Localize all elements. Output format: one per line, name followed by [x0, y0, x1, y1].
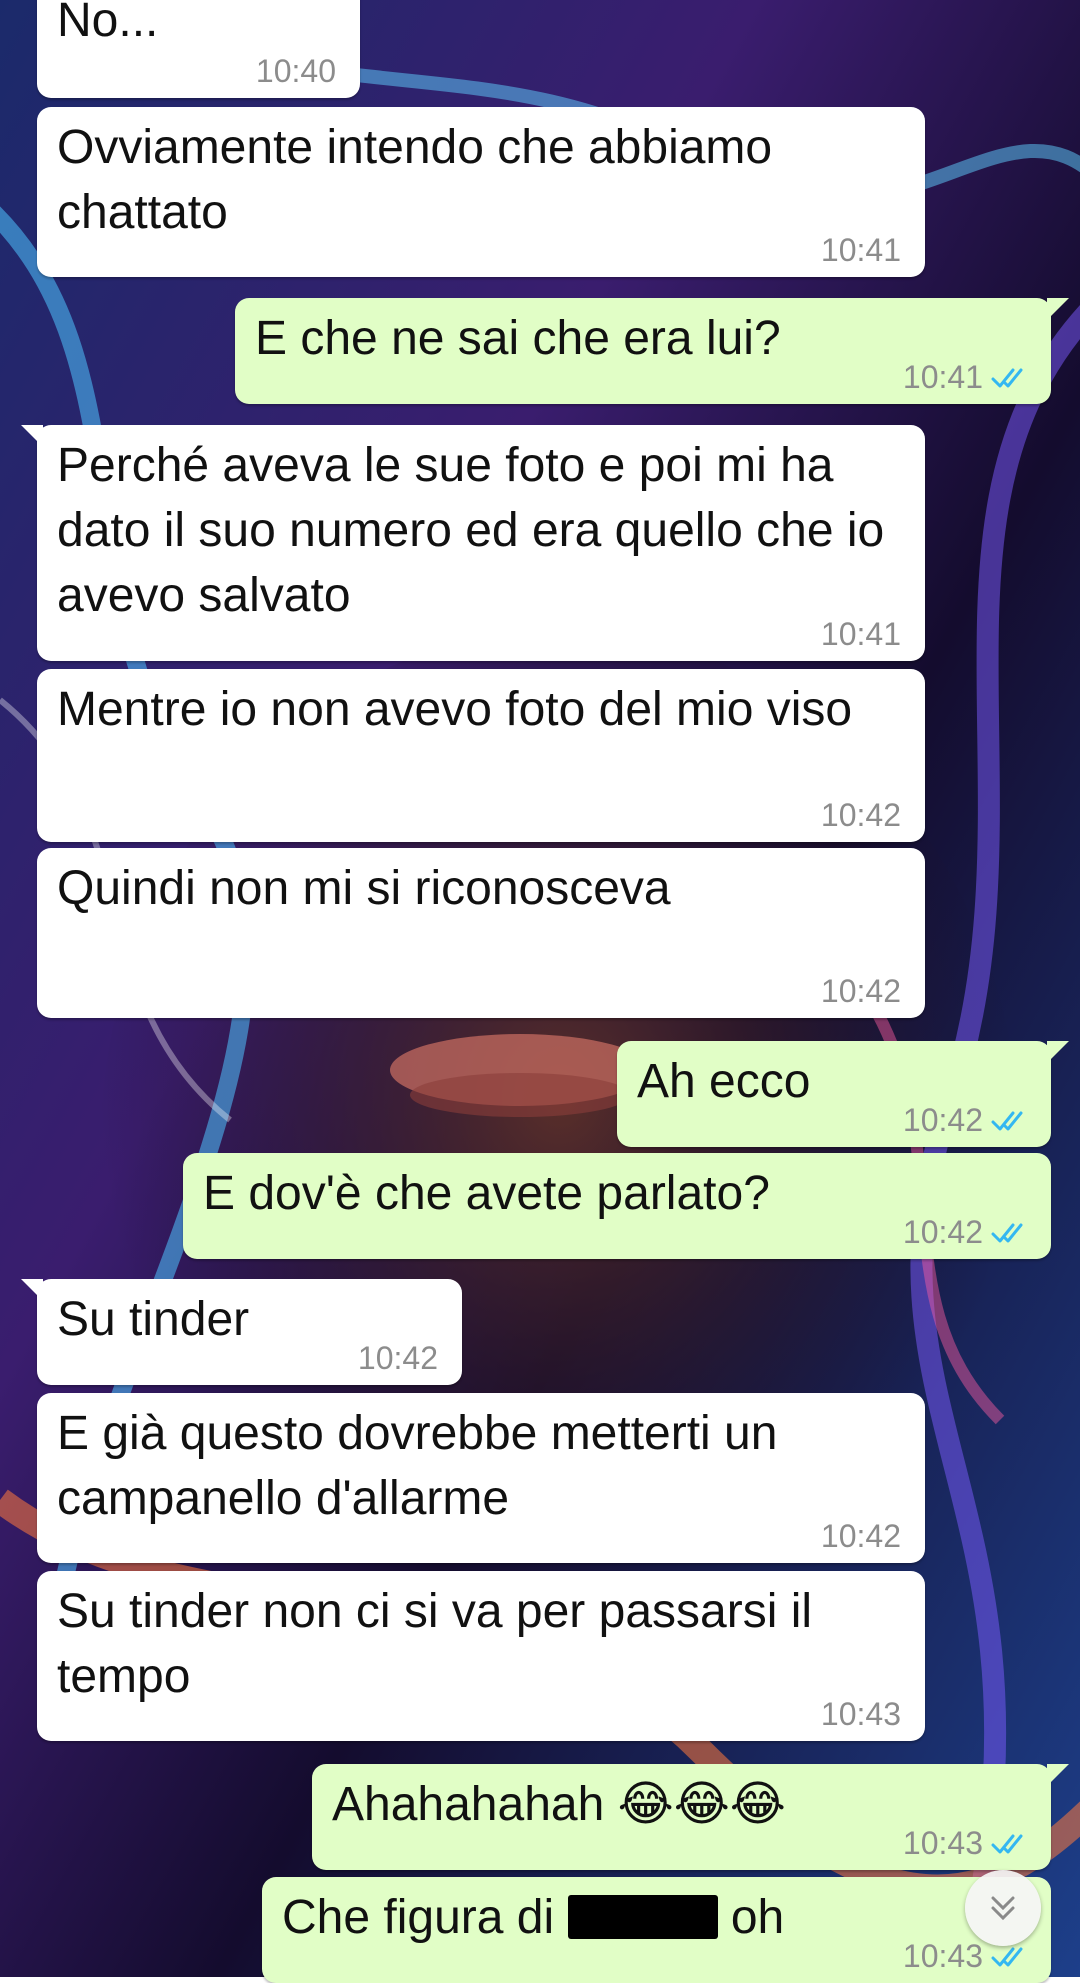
incoming-message[interactable]: E già questo dovrebbe metterti un campan… [37, 1393, 925, 1563]
message-meta: 10:42 [358, 1340, 438, 1377]
message-timestamp: 10:40 [255, 53, 336, 89]
bubble-tail [21, 425, 43, 447]
message-text: Quindi non mi si riconosceva [57, 862, 671, 915]
message-meta: 10:42 [821, 973, 901, 1010]
message-meta: 10:41 [821, 616, 901, 653]
message-timestamp: 10:43 [820, 1696, 901, 1732]
incoming-message[interactable]: Mentre io non avevo foto del mio viso 10:… [37, 669, 925, 842]
message-meta: 10:40 [256, 53, 336, 90]
bubble-tail [1047, 298, 1069, 320]
double-chevron-down-icon [991, 1896, 1015, 1921]
double-check-icon [991, 1111, 1023, 1130]
double-check-icon [991, 1223, 1023, 1242]
double-check-icon [991, 1834, 1023, 1853]
message-timestamp: 10:43 [902, 1938, 983, 1974]
message-meta: 10:43 [903, 1825, 1033, 1862]
incoming-message[interactable]: Quindi non mi si riconosceva 10:42 [37, 848, 925, 1018]
message-meta: 10:42 [903, 1102, 1033, 1139]
outgoing-message[interactable]: Ah ecco 10:42 [617, 1041, 1069, 1147]
message-text-part: oh [730, 1891, 785, 1944]
message-text-part: Che figura di [282, 1891, 555, 1944]
incoming-message[interactable]: Su tinder non ci si va per passarsi il t… [37, 1571, 925, 1741]
message-text: Perché aveva le sue foto e poi mi ha dat… [57, 439, 898, 622]
message-text: Su tinder non ci si va per passarsi il t… [57, 1585, 826, 1703]
message-meta: 10:42 [903, 1214, 1033, 1251]
bubble-tail [21, 1279, 43, 1301]
message-text: Ovviamente intendo che abbiamo chattato [57, 121, 786, 239]
outgoing-message[interactable]: E dov'è che avete parlato? 10:42 [183, 1153, 1051, 1259]
incoming-message[interactable]: Perché aveva le sue foto e poi mi ha dat… [21, 425, 925, 661]
outgoing-message[interactable]: Che figura di oh 10:43 [262, 1877, 1051, 1983]
scroll-to-bottom-button[interactable] [965, 1870, 1041, 1946]
message-timestamp: 10:41 [820, 232, 901, 268]
message-timestamp: 10:42 [902, 1102, 983, 1138]
incoming-message[interactable]: Ovviamente intendo che abbiamo chattato 1… [37, 107, 925, 277]
message-timestamp: 10:42 [820, 797, 901, 833]
message-timestamp: 10:43 [902, 1825, 983, 1861]
message-text: Mentre io non avevo foto del mio viso [57, 683, 853, 736]
bubble-tail [1047, 1764, 1069, 1786]
redaction-bar [567, 1895, 718, 1939]
message-timestamp: 10:41 [820, 616, 901, 652]
message-meta: 10:41 [903, 359, 1033, 396]
outgoing-message[interactable]: E che ne sai che era lui? 10:41 [235, 298, 1069, 404]
double-check-icon [991, 368, 1023, 387]
message-text: E già questo dovrebbe metterti un campan… [57, 1407, 791, 1525]
message-timestamp: 10:42 [902, 1214, 983, 1250]
bubble-tail [1047, 1041, 1069, 1063]
incoming-message[interactable]: No... 10:40 [21, 0, 360, 98]
message-meta: 10:42 [821, 1518, 901, 1555]
message-text: No... [57, 0, 159, 47]
bubble-tail [21, 0, 43, 2]
message-meta: 10:42 [821, 797, 901, 834]
outgoing-message[interactable]: Ahahahahah 😂😂😂 10:43 [312, 1764, 1069, 1870]
message-meta: 10:43 [821, 1696, 901, 1733]
double-check-icon [991, 1947, 1023, 1966]
message-timestamp: 10:42 [357, 1340, 438, 1376]
incoming-message[interactable]: Su tinder 10:42 [21, 1279, 462, 1385]
message-meta: 10:41 [821, 232, 901, 269]
message-timestamp: 10:42 [820, 1518, 901, 1554]
message-timestamp: 10:42 [820, 973, 901, 1009]
message-timestamp: 10:41 [902, 359, 983, 395]
